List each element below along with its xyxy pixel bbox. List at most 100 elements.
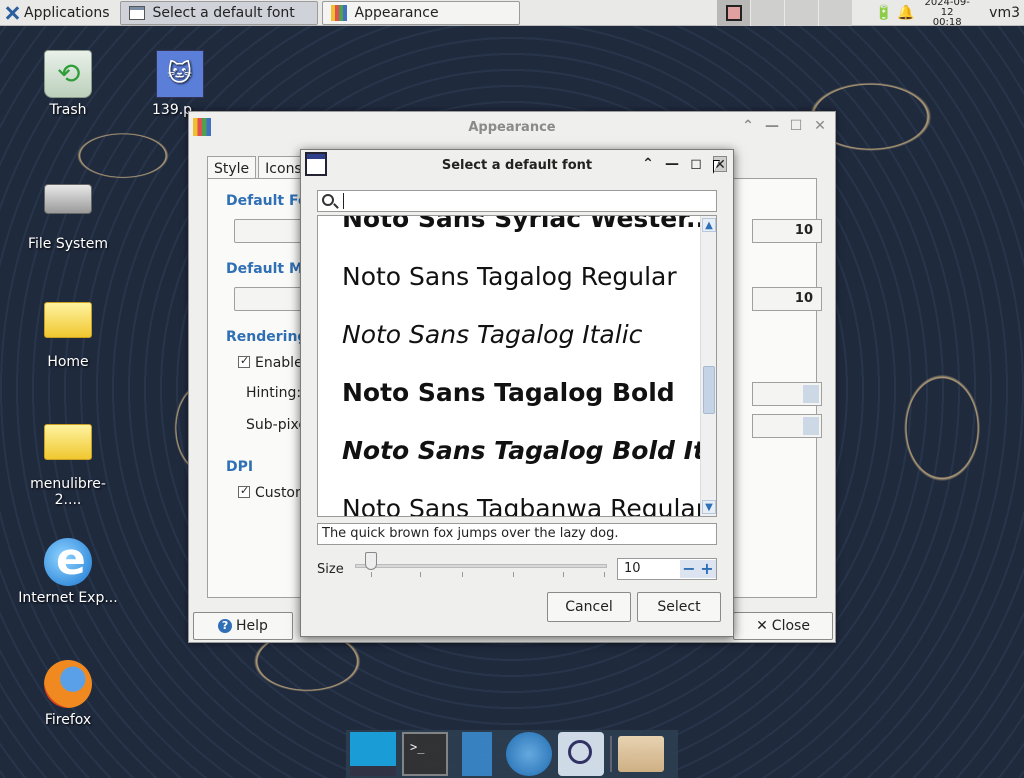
shade-button[interactable]: ⌃ bbox=[741, 118, 755, 134]
appearance-icon bbox=[330, 4, 347, 21]
desktop-icon-internet-explorer[interactable]: Internet Exp... bbox=[18, 534, 118, 606]
dialog-titlebar[interactable]: Select a default font ⌃ — ◻ ✕ bbox=[301, 150, 733, 180]
desktop-icon-label: Trash bbox=[49, 102, 87, 118]
xfce-logo-icon bbox=[4, 5, 20, 21]
folder-icon bbox=[44, 424, 92, 472]
taskbar-item-appearance[interactable]: Appearance bbox=[321, 0, 520, 25]
workspace-3[interactable] bbox=[784, 0, 818, 26]
desktop-icon-home[interactable]: Home bbox=[18, 294, 118, 370]
size-slider-handle[interactable] bbox=[365, 552, 377, 570]
desktop-icon-filesystem[interactable]: File System bbox=[18, 172, 118, 252]
folder-icon[interactable] bbox=[618, 736, 664, 772]
workspace-1[interactable] bbox=[716, 0, 750, 26]
size-spin-input[interactable]: 10 − + bbox=[617, 558, 717, 580]
mouse-cursor-icon bbox=[713, 160, 720, 174]
text-caret bbox=[343, 193, 344, 209]
desktop-icon-image[interactable]: 139.p bbox=[130, 50, 210, 118]
web-browser-icon[interactable] bbox=[506, 732, 552, 776]
taskbar-item-label: Select a default font bbox=[152, 4, 295, 21]
maximize-button[interactable]: ◻ bbox=[689, 156, 703, 172]
rendering-section-label: Rendering bbox=[226, 329, 308, 345]
applications-menu-button[interactable]: Applications bbox=[0, 0, 116, 26]
workspace-4[interactable] bbox=[818, 0, 852, 26]
notification-bell-icon[interactable]: 🔔 bbox=[897, 5, 914, 21]
font-list-item[interactable]: Noto Sans Tagalog Bold bbox=[342, 378, 675, 407]
dock bbox=[346, 730, 678, 778]
desktop-icon-label: File System bbox=[27, 236, 109, 252]
top-panel: Applications Select a default font Appea… bbox=[0, 0, 1024, 26]
slider-tick bbox=[462, 572, 463, 577]
maximize-button[interactable]: ☐ bbox=[789, 118, 803, 134]
slider-tick bbox=[420, 572, 421, 577]
help-icon: ? bbox=[218, 619, 233, 633]
font-list-item[interactable]: Noto Sans Tagalog Bold Ita... bbox=[342, 436, 716, 465]
scroll-up-arrow-icon[interactable]: ▲ bbox=[702, 218, 716, 232]
window-icon bbox=[128, 5, 145, 20]
window-title: Appearance bbox=[468, 119, 556, 135]
desktop-icon-label: Firefox bbox=[44, 712, 92, 728]
hinting-label: Hinting: bbox=[246, 385, 302, 401]
battery-icon[interactable]: 🔋 bbox=[875, 5, 892, 21]
workspace-switcher bbox=[716, 0, 852, 26]
default-font-button[interactable] bbox=[234, 219, 304, 243]
default-font-size[interactable]: 10 bbox=[752, 219, 822, 243]
close-button[interactable]: ✕ bbox=[813, 118, 827, 134]
default-mono-font-size[interactable]: 10 bbox=[752, 287, 822, 311]
desktop-icon-label: menulibre-2.... bbox=[30, 476, 106, 508]
help-button[interactable]: ? Help bbox=[193, 612, 293, 640]
system-tray: 🔋 🔔 2024-09-12 00:18 vm3 bbox=[875, 0, 1024, 28]
workspace-2[interactable] bbox=[750, 0, 784, 26]
window-controls: ⌃ — ☐ ✕ bbox=[741, 118, 827, 134]
font-search-input[interactable] bbox=[317, 190, 717, 212]
shade-button[interactable]: ⌃ bbox=[641, 156, 655, 172]
font-list-item[interactable]: Noto Sans Tagalog Italic bbox=[342, 320, 642, 349]
subpixel-dropdown[interactable] bbox=[752, 414, 822, 438]
app-finder-icon[interactable] bbox=[558, 732, 604, 776]
increment-icon[interactable]: + bbox=[698, 560, 716, 578]
clock[interactable]: 2024-09-12 00:18 bbox=[919, 0, 975, 28]
firefox-icon bbox=[44, 660, 92, 708]
slider-tick bbox=[563, 572, 564, 577]
show-desktop-icon[interactable] bbox=[350, 732, 396, 776]
appearance-titlebar[interactable]: Appearance ⌃ — ☐ ✕ bbox=[189, 112, 835, 142]
decrement-icon[interactable]: − bbox=[680, 560, 698, 578]
help-label: Help bbox=[236, 618, 268, 634]
terminal-icon[interactable] bbox=[402, 732, 448, 776]
taskbar-item-select-font[interactable]: Select a default font bbox=[119, 0, 318, 25]
desktop-icon-firefox[interactable]: Firefox bbox=[18, 660, 118, 728]
font-list-scrollbar[interactable]: ▲ ▼ bbox=[700, 216, 716, 516]
window-thumbnail-icon bbox=[725, 5, 742, 21]
clock-date: 2024-09-12 bbox=[924, 0, 970, 18]
select-button[interactable]: Select bbox=[637, 592, 721, 622]
minimize-button[interactable]: — bbox=[765, 118, 779, 134]
window-icon bbox=[305, 152, 327, 176]
search-icon bbox=[322, 194, 334, 206]
hinting-dropdown[interactable] bbox=[752, 382, 822, 406]
user-menu[interactable]: vm3 bbox=[983, 5, 1020, 21]
close-window-button[interactable]: ✕ Close bbox=[733, 612, 833, 640]
default-mono-font-button[interactable] bbox=[234, 287, 304, 311]
cancel-button[interactable]: Cancel bbox=[547, 592, 631, 622]
folder-icon bbox=[44, 302, 92, 350]
font-list-item[interactable]: Noto Sans Syriac Wester... bbox=[342, 216, 714, 233]
file-manager-icon[interactable] bbox=[462, 732, 492, 776]
applications-label: Applications bbox=[24, 4, 110, 21]
desktop-icon-trash[interactable]: Trash bbox=[18, 50, 118, 118]
slider-tick bbox=[513, 572, 514, 577]
font-list-item[interactable]: Noto Sans Tagalog Regular bbox=[342, 262, 677, 291]
scrollbar-thumb[interactable] bbox=[703, 366, 715, 414]
desktop-icon-menulibre[interactable]: menulibre-2.... bbox=[18, 416, 118, 508]
minimize-button[interactable]: — bbox=[665, 156, 679, 172]
custom-dpi-checkbox[interactable]: Custom bbox=[238, 484, 309, 501]
hard-drive-icon bbox=[44, 184, 92, 232]
clock-time: 00:18 bbox=[932, 17, 962, 28]
scroll-down-arrow-icon[interactable]: ▼ bbox=[702, 500, 716, 514]
size-value: 10 bbox=[624, 561, 641, 576]
size-slider-track[interactable] bbox=[355, 564, 607, 568]
font-list-item[interactable]: Noto Sans Tagbanwa Regular bbox=[342, 494, 706, 516]
font-list[interactable]: Noto Sans Syriac Wester... Noto Sans Tag… bbox=[317, 215, 717, 517]
dialog-title: Select a default font bbox=[441, 157, 593, 173]
checkbox-checked-icon bbox=[238, 484, 250, 498]
font-preview-text: The quick brown fox jumps over the lazy … bbox=[317, 523, 717, 545]
select-font-dialog: Select a default font ⌃ — ◻ ✕ Noto Sans … bbox=[300, 149, 734, 637]
